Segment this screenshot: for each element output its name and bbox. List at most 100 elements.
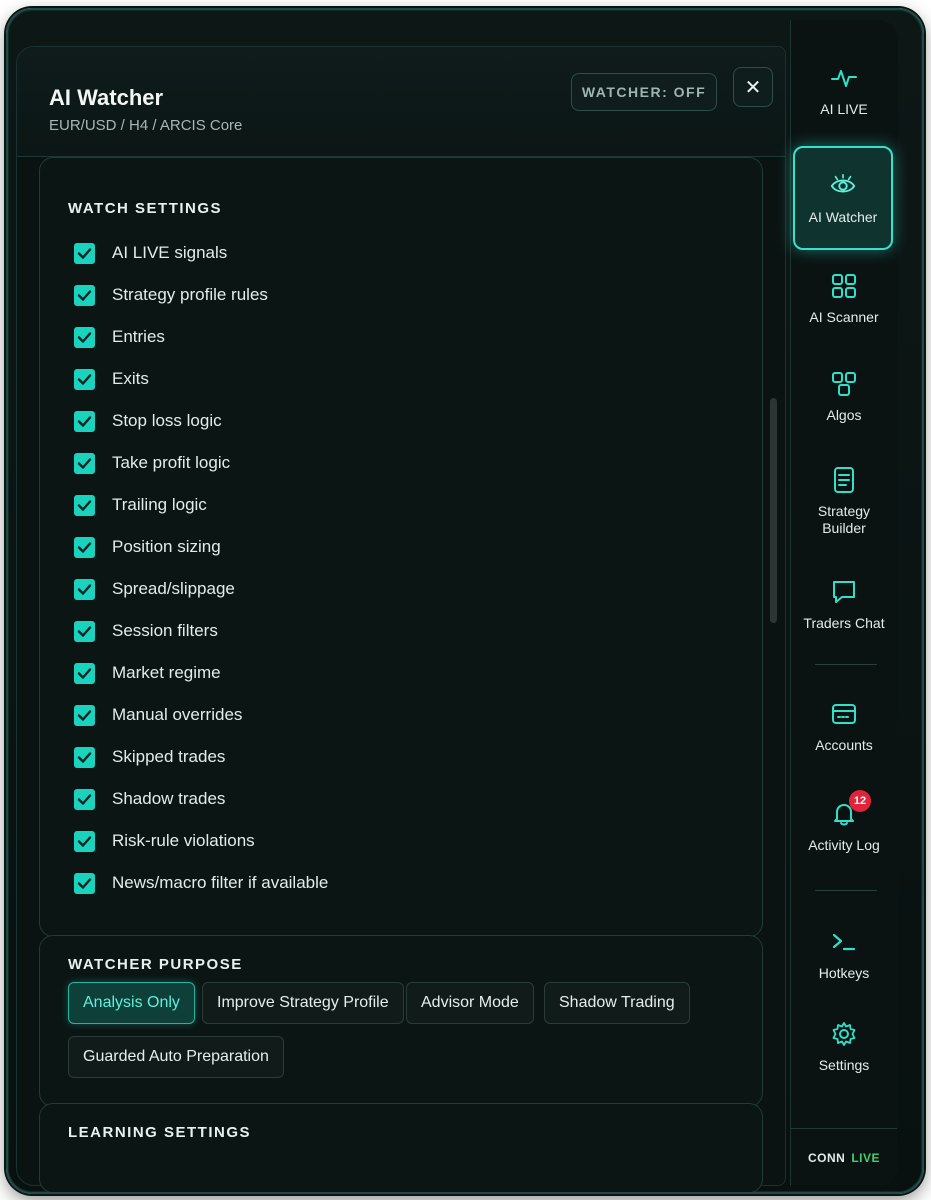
sidebar-item-label: AI LIVE [820, 101, 868, 117]
sidebar-item-label: Accounts [815, 737, 873, 753]
panel-header: AI Watcher EUR/USD / H4 / ARCIS Core WAT… [17, 47, 785, 157]
checkmark-icon [77, 499, 92, 511]
checkbox-checked[interactable] [74, 746, 95, 768]
watch-setting-item[interactable]: Take profit logic [74, 448, 230, 478]
scrollbar-thumb[interactable] [770, 398, 777, 623]
checkbox-checked[interactable] [74, 788, 95, 810]
sidebar-item-strategy-builder[interactable]: Strategy Builder [791, 466, 897, 537]
watch-setting-label: Trailing logic [112, 495, 207, 514]
checkmark-icon [77, 583, 92, 595]
checkbox-checked[interactable] [74, 872, 95, 894]
watch-setting-item[interactable]: Manual overrides [74, 700, 242, 730]
sidebar-item-label: Traders Chat [803, 615, 885, 631]
watch-setting-item[interactable]: Stop loss logic [74, 406, 222, 436]
sidebar-item-label: AI Watcher [808, 208, 878, 225]
checkmark-icon [77, 667, 92, 679]
checkbox-checked[interactable] [74, 284, 95, 306]
page-subtitle: EUR/USD / H4 / ARCIS Core [49, 117, 243, 134]
watcher-purpose-title: WATCHER PURPOSE [68, 956, 243, 973]
close-button[interactable]: ✕ [733, 67, 773, 107]
document-icon [830, 466, 858, 494]
watch-setting-item[interactable]: Entries [74, 322, 165, 352]
chat-icon [830, 578, 858, 606]
watch-setting-item[interactable]: Skipped trades [74, 742, 225, 772]
watch-setting-item[interactable]: Position sizing [74, 532, 221, 562]
checkbox-checked[interactable] [74, 662, 95, 684]
sidebar-item-algos[interactable]: Algos [791, 370, 897, 423]
checkbox-checked[interactable] [74, 326, 95, 348]
checkbox-checked[interactable] [74, 494, 95, 516]
purpose-option-analysis-only[interactable]: Analysis Only [68, 982, 195, 1024]
page-title: AI Watcher [49, 85, 164, 110]
purpose-option-improve-strategy-profile[interactable]: Improve Strategy Profile [202, 982, 404, 1024]
checkbox-checked[interactable] [74, 620, 95, 642]
checkmark-icon [77, 709, 92, 721]
checkmark-icon [77, 373, 92, 385]
watch-setting-item[interactable]: AI LIVE signals [74, 238, 227, 268]
watch-setting-label: AI LIVE signals [112, 243, 228, 262]
sidebar-item-ai-scanner[interactable]: AI Scanner [791, 272, 897, 325]
watch-setting-label: News/macro filter if available [112, 873, 329, 892]
watch-setting-label: Take profit logic [112, 453, 231, 472]
watch-settings-card: WATCH SETTINGS AI LIVE signals Strategy … [39, 157, 777, 937]
checkbox-checked[interactable] [74, 410, 95, 432]
watch-setting-label: Stop loss logic [112, 411, 222, 430]
sidebar-item-label: Settings [818, 1057, 870, 1073]
watch-setting-label: Market regime [112, 663, 221, 682]
sidebar-nav: AI LIVE AI Watcher AI Scanner Algos Stra [790, 20, 898, 1186]
watch-setting-label: Entries [112, 327, 165, 346]
sidebar-item-ai-live[interactable]: AI LIVE [791, 64, 897, 117]
watch-setting-item[interactable]: Strategy profile rules [74, 280, 268, 310]
checkmark-icon [77, 625, 92, 637]
sidebar-item-label: AI Scanner [809, 309, 879, 325]
checkbox-checked[interactable] [74, 830, 95, 852]
sidebar-item-ai-watcher[interactable]: AI Watcher [793, 146, 893, 250]
watch-setting-item[interactable]: News/macro filter if available [74, 868, 328, 898]
watch-setting-label: Strategy profile rules [112, 285, 268, 304]
purpose-option-advisor-mode[interactable]: Advisor Mode [406, 982, 534, 1024]
checkmark-icon [77, 415, 92, 427]
checkmark-icon [77, 793, 92, 805]
watch-setting-label: Risk-rule violations [112, 831, 255, 850]
gear-icon [830, 1020, 858, 1048]
sidebar-item-traders-chat[interactable]: Traders Chat [791, 578, 897, 631]
checkmark-icon [77, 457, 92, 469]
app-window: AI Watcher EUR/USD / H4 / ARCIS Core WAT… [6, 8, 924, 1194]
watch-setting-item[interactable]: Trailing logic [74, 490, 207, 520]
watch-setting-label: Shadow trades [112, 789, 226, 808]
learning-settings-card: LEARNING SETTINGS [39, 1103, 763, 1192]
sidebar-item-activity-log[interactable]: 12 Activity Log [791, 790, 897, 853]
checkbox-checked[interactable] [74, 704, 95, 726]
watch-setting-item[interactable]: Shadow trades [74, 784, 225, 814]
checkbox-checked[interactable] [74, 368, 95, 390]
sidebar-item-settings[interactable]: Settings [791, 1020, 897, 1073]
blocks-icon [830, 370, 858, 398]
grid-icon [830, 272, 858, 300]
connection-status: CONN LIVE [791, 1128, 897, 1186]
watcher-status-toggle[interactable]: WATCHER: OFF [571, 73, 717, 111]
checkmark-icon [77, 247, 92, 259]
checkbox-checked[interactable] [74, 452, 95, 474]
learning-settings-title: LEARNING SETTINGS [68, 1124, 252, 1141]
sidebar-item-hotkeys[interactable]: Hotkeys [791, 928, 897, 981]
checkbox-checked[interactable] [74, 242, 95, 264]
watch-setting-label: Exits [112, 369, 149, 388]
sidebar-item-label: Activity Log [808, 837, 880, 853]
terminal-icon [830, 928, 858, 956]
watch-setting-item[interactable]: Risk-rule violations [74, 826, 255, 856]
purpose-option-shadow-trading[interactable]: Shadow Trading [544, 982, 690, 1024]
checkbox-checked[interactable] [74, 536, 95, 558]
watch-setting-item[interactable]: Session filters [74, 616, 218, 646]
watch-setting-item[interactable]: Market regime [74, 658, 221, 688]
purpose-option-guarded-auto-preparation[interactable]: Guarded Auto Preparation [68, 1036, 284, 1078]
watch-setting-label: Position sizing [112, 537, 221, 556]
watch-setting-item[interactable]: Exits [74, 364, 149, 394]
checkmark-icon [77, 289, 92, 301]
checkbox-checked[interactable] [74, 578, 95, 600]
sidebar-divider [815, 664, 877, 665]
sidebar-item-accounts[interactable]: Accounts [791, 700, 897, 753]
notification-badge: 12 [849, 790, 871, 812]
watcher-purpose-card: WATCHER PURPOSE Analysis Only Improve St… [39, 935, 763, 1107]
watch-setting-item[interactable]: Spread/slippage [74, 574, 235, 604]
checkmark-icon [77, 877, 92, 889]
